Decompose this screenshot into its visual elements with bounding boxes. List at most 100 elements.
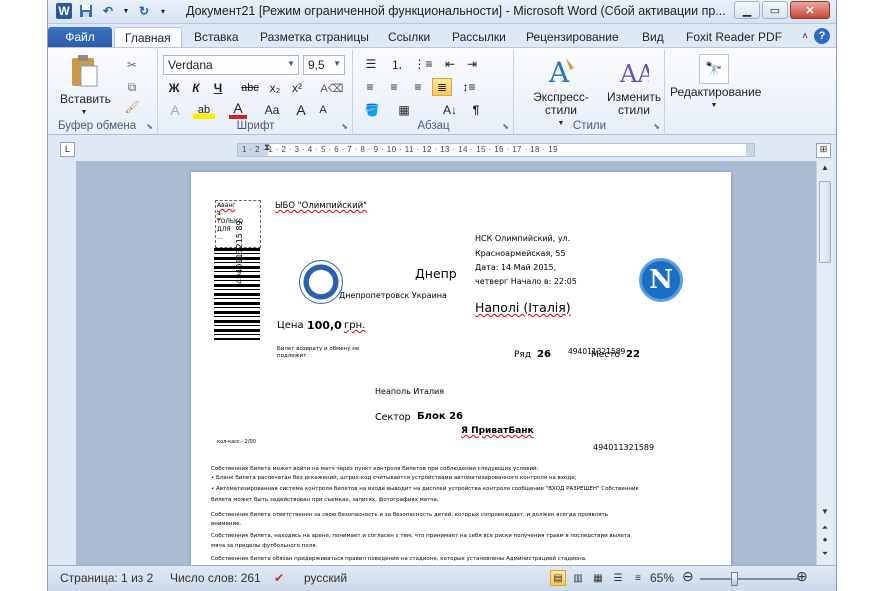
clear-formatting-icon[interactable]: A⌫ xyxy=(321,79,344,97)
tab-mailings[interactable]: Рассылки xyxy=(442,27,516,48)
minimize-button[interactable]: ▁ xyxy=(734,1,760,19)
tab-page-layout[interactable]: Разметка страницы xyxy=(250,27,379,48)
editing-button[interactable]: 🔭 Редактирование ▼ xyxy=(670,54,761,112)
format-painter-icon[interactable]: 🖌 xyxy=(122,98,142,116)
tab-foxit-pdf[interactable]: Foxit Reader PDF xyxy=(676,27,792,48)
font-size-value: 9,5 xyxy=(308,58,325,72)
change-styles-icon: AA xyxy=(619,60,655,88)
quick-styles-label: Экспресс-стили xyxy=(533,90,589,117)
language-indicator[interactable]: русский xyxy=(304,571,347,585)
scroll-thumb[interactable] xyxy=(819,181,831,263)
align-left-icon[interactable]: ≡ xyxy=(360,78,380,96)
full-screen-reading-icon[interactable]: ▥ xyxy=(570,570,586,586)
ruler-right-margin xyxy=(746,144,754,156)
font-launcher-icon[interactable]: ⬊ xyxy=(341,122,348,131)
word-count[interactable]: Число слов: 261 xyxy=(170,571,261,585)
tab-insert[interactable]: Вставка xyxy=(184,27,249,48)
undo-dropdown-icon[interactable]: ▼ xyxy=(122,3,130,19)
quick-access-toolbar: W ↶ ▼ ↻ ▾ xyxy=(56,3,168,19)
customize-toolbar-icon[interactable]: ▾ xyxy=(158,3,168,19)
web-layout-icon[interactable]: ▦ xyxy=(590,570,606,586)
vertical-scrollbar[interactable]: ▲ ▼ ⏶ ● ⏷ xyxy=(816,161,832,565)
tab-review[interactable]: Рецензирование xyxy=(516,27,629,48)
shading-icon[interactable]: 🪣 xyxy=(360,101,384,119)
close-button[interactable]: ✕ xyxy=(790,1,830,19)
rules-line-4: билета может быть задействован при съемк… xyxy=(211,497,439,503)
italic-button[interactable]: К xyxy=(187,79,205,97)
rules-line-7: Собственник билета, находясь на арене, п… xyxy=(211,533,631,539)
tab-home[interactable]: Главная xyxy=(114,27,182,48)
zoom-slider-knob[interactable] xyxy=(731,572,738,586)
minimize-ribbon-icon[interactable]: ˄ xyxy=(802,31,808,42)
font-size-combo[interactable]: 9,5 ▼ xyxy=(303,55,345,75)
next-page-icon[interactable]: ⏷ xyxy=(818,549,832,563)
justify-icon[interactable]: ≣ xyxy=(432,78,452,96)
multilevel-list-icon[interactable]: ⋮≡ xyxy=(412,55,434,73)
sector-value: Блок 26 xyxy=(417,411,464,422)
tab-selector-icon[interactable]: L xyxy=(60,142,75,157)
zoom-in-icon[interactable]: ⊕ xyxy=(796,568,808,585)
paragraph-launcher-icon[interactable]: ⬊ xyxy=(502,122,509,131)
draft-icon[interactable]: ≡ xyxy=(630,570,646,586)
paste-button[interactable]: Вставить ▼ xyxy=(60,54,111,119)
help-icon[interactable]: ? xyxy=(814,28,830,44)
print-layout-icon[interactable]: ▤ xyxy=(550,570,566,586)
redo-icon[interactable]: ↻ xyxy=(136,3,152,19)
cut-icon[interactable]: ✂ xyxy=(122,56,142,74)
zoom-slider[interactable] xyxy=(700,578,800,580)
font-group-label: Шрифт ⬊ xyxy=(236,120,348,132)
outline-icon[interactable]: ☰ xyxy=(610,570,626,586)
align-right-icon[interactable]: ≡ xyxy=(408,78,428,96)
home-team: Днепр xyxy=(415,266,457,281)
home-team-full: Днепропетровск Украина xyxy=(339,291,447,300)
save-icon[interactable] xyxy=(78,3,94,19)
borders-icon[interactable]: ▦ xyxy=(392,101,416,119)
word-logo-icon[interactable]: W xyxy=(56,3,72,19)
view-ruler-icon[interactable]: ⊞ xyxy=(816,143,831,158)
strikethrough-button[interactable]: abc xyxy=(239,79,261,97)
scroll-down-icon[interactable]: ▼ xyxy=(818,507,832,521)
show-marks-icon[interactable]: ¶ xyxy=(466,101,486,119)
text-effects-button[interactable]: A xyxy=(165,101,185,119)
paste-label: Вставить xyxy=(60,92,111,106)
font-color-button[interactable]: A xyxy=(229,100,247,119)
sort-icon[interactable]: A↓ xyxy=(440,101,460,119)
tab-file[interactable]: Файл xyxy=(48,27,112,48)
superscript-button[interactable]: x² xyxy=(287,79,307,97)
zoom-out-icon[interactable]: ⊖ xyxy=(682,568,694,585)
undo-icon[interactable]: ↶ xyxy=(100,3,116,19)
highlight-button[interactable]: ab xyxy=(193,101,215,119)
font-name-combo[interactable]: Verdana ▼ xyxy=(163,55,299,75)
proofing-icon[interactable]: ✔ xyxy=(274,571,284,585)
line-spacing-icon[interactable]: ↕≡ xyxy=(458,78,480,96)
horizontal-ruler[interactable]: ⧗ 1 · 2 · 1 · 2 · 3 · 4 · 5 · 6 · 7 · 8 … xyxy=(237,142,755,157)
numbering-icon[interactable]: ⒈ xyxy=(386,55,408,73)
bullets-icon[interactable]: ☰ xyxy=(360,55,382,73)
rules-line-8: мяча за пределы футбольного поля. xyxy=(211,543,318,549)
subscript-button[interactable]: x₂ xyxy=(265,79,285,97)
bank-name: Я ПриватБанк xyxy=(461,426,534,436)
increase-indent-icon[interactable]: ⇥ xyxy=(462,55,482,73)
clipboard-launcher-icon[interactable]: ⬊ xyxy=(146,122,153,131)
decrease-indent-icon[interactable]: ⇤ xyxy=(440,55,460,73)
page-indicator[interactable]: Страница: 1 из 2 xyxy=(60,571,153,585)
tab-references[interactable]: Ссылки xyxy=(378,27,440,48)
browse-object-icon[interactable]: ● xyxy=(818,535,832,549)
styles-launcher-icon[interactable]: ⬊ xyxy=(653,122,660,131)
change-case-button[interactable]: Aa xyxy=(259,101,285,119)
document-page[interactable]: Аванг а ТОЛЬКО ДЛЯ ... 4940113215 89 ЫБО… xyxy=(191,172,731,565)
maximize-button[interactable]: ▭ xyxy=(762,1,788,19)
change-styles-button[interactable]: AA Изменить стили xyxy=(607,54,661,117)
copy-icon[interactable]: ⧉ xyxy=(122,78,142,96)
align-center-icon[interactable]: ≡ xyxy=(384,78,404,96)
ribbon-tabs: Файл Главная Вставка Разметка страницы С… xyxy=(48,24,836,48)
bold-button[interactable]: Ж xyxy=(165,79,183,97)
scroll-up-icon[interactable]: ▲ xyxy=(818,163,832,177)
underline-button[interactable]: Ч xyxy=(209,79,227,97)
quick-styles-button[interactable]: A Экспресс-стили ▼ xyxy=(519,54,603,130)
shrink-font-button[interactable]: A xyxy=(313,101,333,119)
tab-view[interactable]: Вид xyxy=(632,27,674,48)
zoom-level[interactable]: 65% xyxy=(650,571,674,585)
document-canvas[interactable]: Аванг а ТОЛЬКО ДЛЯ ... 4940113215 89 ЫБО… xyxy=(76,161,816,565)
grow-font-button[interactable]: A xyxy=(291,101,311,119)
